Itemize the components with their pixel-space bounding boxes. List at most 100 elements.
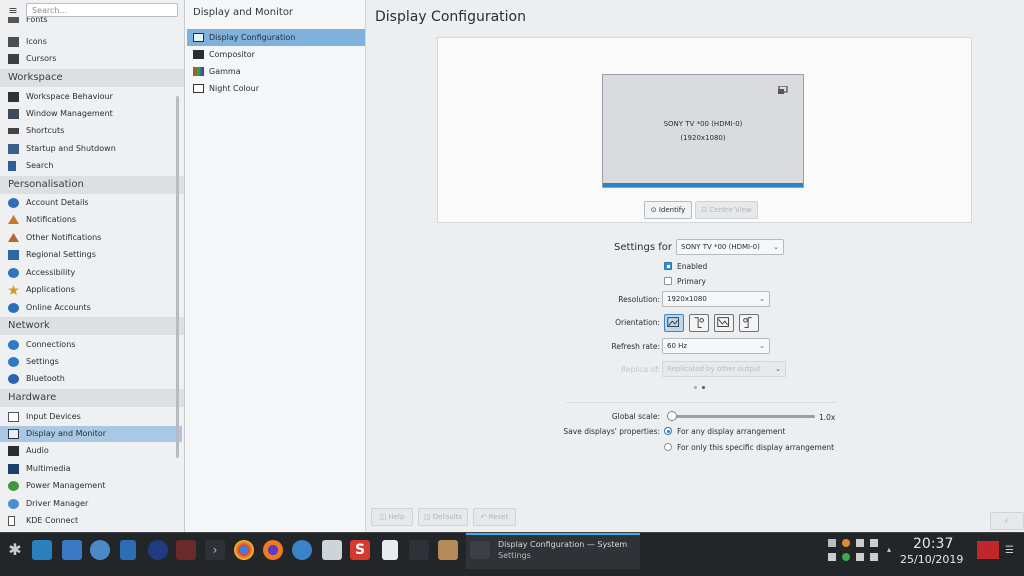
global-scale-slider-handle[interactable] bbox=[667, 411, 677, 421]
page-dot[interactable] bbox=[694, 386, 697, 389]
sidebar-item-regional-settings[interactable]: Regional Settings bbox=[0, 247, 182, 263]
sidebar-item-online-accounts[interactable]: Online Accounts bbox=[0, 300, 182, 316]
tray-update-icon[interactable] bbox=[842, 539, 850, 547]
chrome-icon[interactable] bbox=[234, 540, 254, 560]
sidebar-item-driver-manager[interactable]: Driver Manager bbox=[0, 496, 182, 512]
sidebar-item-window-management[interactable]: Window Management bbox=[0, 106, 182, 122]
save-any-arrangement-radio[interactable] bbox=[664, 427, 672, 435]
orientation-inverted-button[interactable] bbox=[714, 314, 734, 332]
sidebar-item-startup-shutdown[interactable]: Startup and Shutdown bbox=[0, 141, 182, 157]
apply-button[interactable]: ✓ bbox=[990, 512, 1024, 530]
mixer-icon[interactable] bbox=[409, 540, 429, 560]
image-viewer-icon[interactable] bbox=[322, 540, 342, 560]
icons-icon bbox=[8, 37, 19, 47]
tray-notification-icon[interactable] bbox=[828, 539, 836, 547]
kde-menu-icon[interactable]: ✱ bbox=[5, 540, 25, 560]
sidebar-item-kde-connect[interactable]: KDE Connect bbox=[0, 513, 182, 529]
clock-time[interactable]: 20:37 bbox=[913, 536, 953, 552]
resolution-select[interactable]: 1920x1080 ⌄ bbox=[662, 291, 770, 307]
page-dot-active[interactable] bbox=[702, 386, 705, 389]
sidebar-item-audio[interactable]: Audio bbox=[0, 443, 182, 459]
sidebar-item-multimedia[interactable]: Multimedia bbox=[0, 461, 182, 477]
sidebar-item-network-settings[interactable]: Settings bbox=[0, 354, 182, 370]
tray-network-icon[interactable] bbox=[856, 553, 864, 561]
night-colour-icon bbox=[193, 84, 204, 93]
sidebar-item-input-devices[interactable]: Input Devices bbox=[0, 409, 182, 425]
account-icon bbox=[8, 198, 19, 208]
monitor-icon bbox=[193, 33, 204, 42]
orientation-landscape-button[interactable] bbox=[664, 314, 684, 332]
tray-check-icon[interactable] bbox=[842, 553, 850, 561]
replica-of-select[interactable]: Replicated by other output ⌄ bbox=[662, 361, 786, 377]
text-editor-icon[interactable] bbox=[382, 540, 398, 560]
globe-icon bbox=[8, 303, 19, 313]
search-input[interactable] bbox=[26, 3, 178, 17]
tray-wifi-icon[interactable] bbox=[856, 539, 864, 547]
reset-button[interactable]: ↶ Reset bbox=[473, 508, 516, 526]
app-launcher-icon[interactable] bbox=[32, 540, 52, 560]
settings-gear-icon[interactable] bbox=[90, 540, 110, 560]
sidebar-item-power-management[interactable]: Power Management bbox=[0, 478, 182, 494]
sidebar-item-applications[interactable]: Applications bbox=[0, 282, 182, 298]
output-select[interactable]: SONY TV *00 (HDMI-0) ⌄ bbox=[676, 239, 784, 255]
show-desktop-icon[interactable] bbox=[977, 541, 999, 559]
console-icon[interactable]: › bbox=[205, 540, 225, 560]
panel-settings-icon[interactable]: ☰ bbox=[1005, 545, 1019, 559]
divider bbox=[566, 402, 836, 403]
volume-icon[interactable] bbox=[870, 553, 878, 561]
sidebar-item-accessibility[interactable]: Accessibility bbox=[0, 265, 182, 281]
refresh-rate-select[interactable]: 60 Hz ⌄ bbox=[662, 338, 770, 354]
sidebar-item-connections[interactable]: Connections bbox=[0, 337, 182, 353]
sidebar-item-search[interactable]: Search bbox=[0, 158, 182, 174]
sidebar-item-account-details[interactable]: Account Details bbox=[0, 195, 182, 211]
monitor-settings-icon[interactable] bbox=[778, 86, 788, 95]
output-screen[interactable]: SONY TV *00 (HDMI-0) (1920x1080) bbox=[602, 74, 804, 188]
tray-bluetooth-icon[interactable] bbox=[828, 553, 836, 561]
document-icon[interactable] bbox=[120, 540, 136, 560]
sidebar-item-other-notifications[interactable]: Other Notifications bbox=[0, 230, 182, 246]
nav-display-configuration[interactable]: Display Configuration bbox=[187, 29, 365, 46]
mail-icon[interactable] bbox=[292, 540, 312, 560]
network-manager-icon[interactable] bbox=[148, 540, 168, 560]
sidebar-item-cursors[interactable]: Cursors bbox=[0, 51, 182, 67]
sidebar-item-fonts[interactable]: Fonts bbox=[0, 17, 182, 27]
sidebar-item-notifications[interactable]: Notifications bbox=[0, 212, 182, 228]
chevron-down-icon: ⌄ bbox=[759, 295, 765, 303]
gamma-icon bbox=[193, 67, 204, 76]
clock-date[interactable]: 25/10/2019 bbox=[900, 553, 963, 566]
nav-night-colour[interactable]: Night Colour bbox=[187, 80, 365, 97]
app-s-icon[interactable]: S bbox=[350, 540, 370, 560]
centre-view-button[interactable]: ⊡ Centre View bbox=[695, 201, 758, 219]
enabled-checkbox[interactable] bbox=[664, 262, 672, 270]
tray-clipboard-icon[interactable] bbox=[870, 539, 878, 547]
save-specific-arrangement-radio[interactable] bbox=[664, 443, 672, 451]
global-scale-label: Global scale: bbox=[611, 412, 660, 421]
sidebar-item-bluetooth[interactable]: Bluetooth bbox=[0, 371, 182, 387]
sidebar-item-workspace-behaviour[interactable]: Workspace Behaviour bbox=[0, 89, 182, 105]
network-icon bbox=[8, 340, 19, 350]
orientation-right-button[interactable] bbox=[739, 314, 759, 332]
screen-name: SONY TV *00 (HDMI-0) bbox=[663, 120, 743, 128]
task-display-configuration[interactable]: Display Configuration — System Settings bbox=[466, 533, 640, 569]
terminal-icon[interactable] bbox=[176, 540, 196, 560]
help-button[interactable]: ◫ Help bbox=[371, 508, 413, 526]
global-scale-slider-track[interactable] bbox=[667, 415, 815, 418]
archive-icon[interactable] bbox=[438, 540, 458, 560]
nav-gamma[interactable]: Gamma bbox=[187, 63, 365, 80]
sidebar-item-icons[interactable]: Icons bbox=[0, 34, 182, 50]
sidebar-scrollbar[interactable] bbox=[176, 96, 179, 458]
rotate-right-icon bbox=[743, 317, 752, 328]
sidebar-item-display-monitor[interactable]: Display and Monitor bbox=[0, 426, 182, 442]
primary-checkbox[interactable] bbox=[664, 277, 672, 285]
orientation-left-button[interactable] bbox=[689, 314, 709, 332]
nav-compositor[interactable]: Compositor bbox=[187, 46, 365, 63]
identify-button[interactable]: ⊙ Identify bbox=[644, 201, 692, 219]
star-icon bbox=[8, 285, 19, 295]
firefox-icon[interactable] bbox=[263, 540, 283, 560]
folder-icon[interactable] bbox=[62, 540, 82, 560]
settings-app-icon bbox=[470, 541, 490, 559]
tray-expand-icon[interactable]: ▴ bbox=[887, 545, 891, 554]
hamburger-menu-icon[interactable]: ≡ bbox=[6, 4, 20, 18]
defaults-button[interactable]: ◫ Defaults bbox=[418, 508, 468, 526]
sidebar-item-shortcuts[interactable]: Shortcuts bbox=[0, 123, 182, 139]
